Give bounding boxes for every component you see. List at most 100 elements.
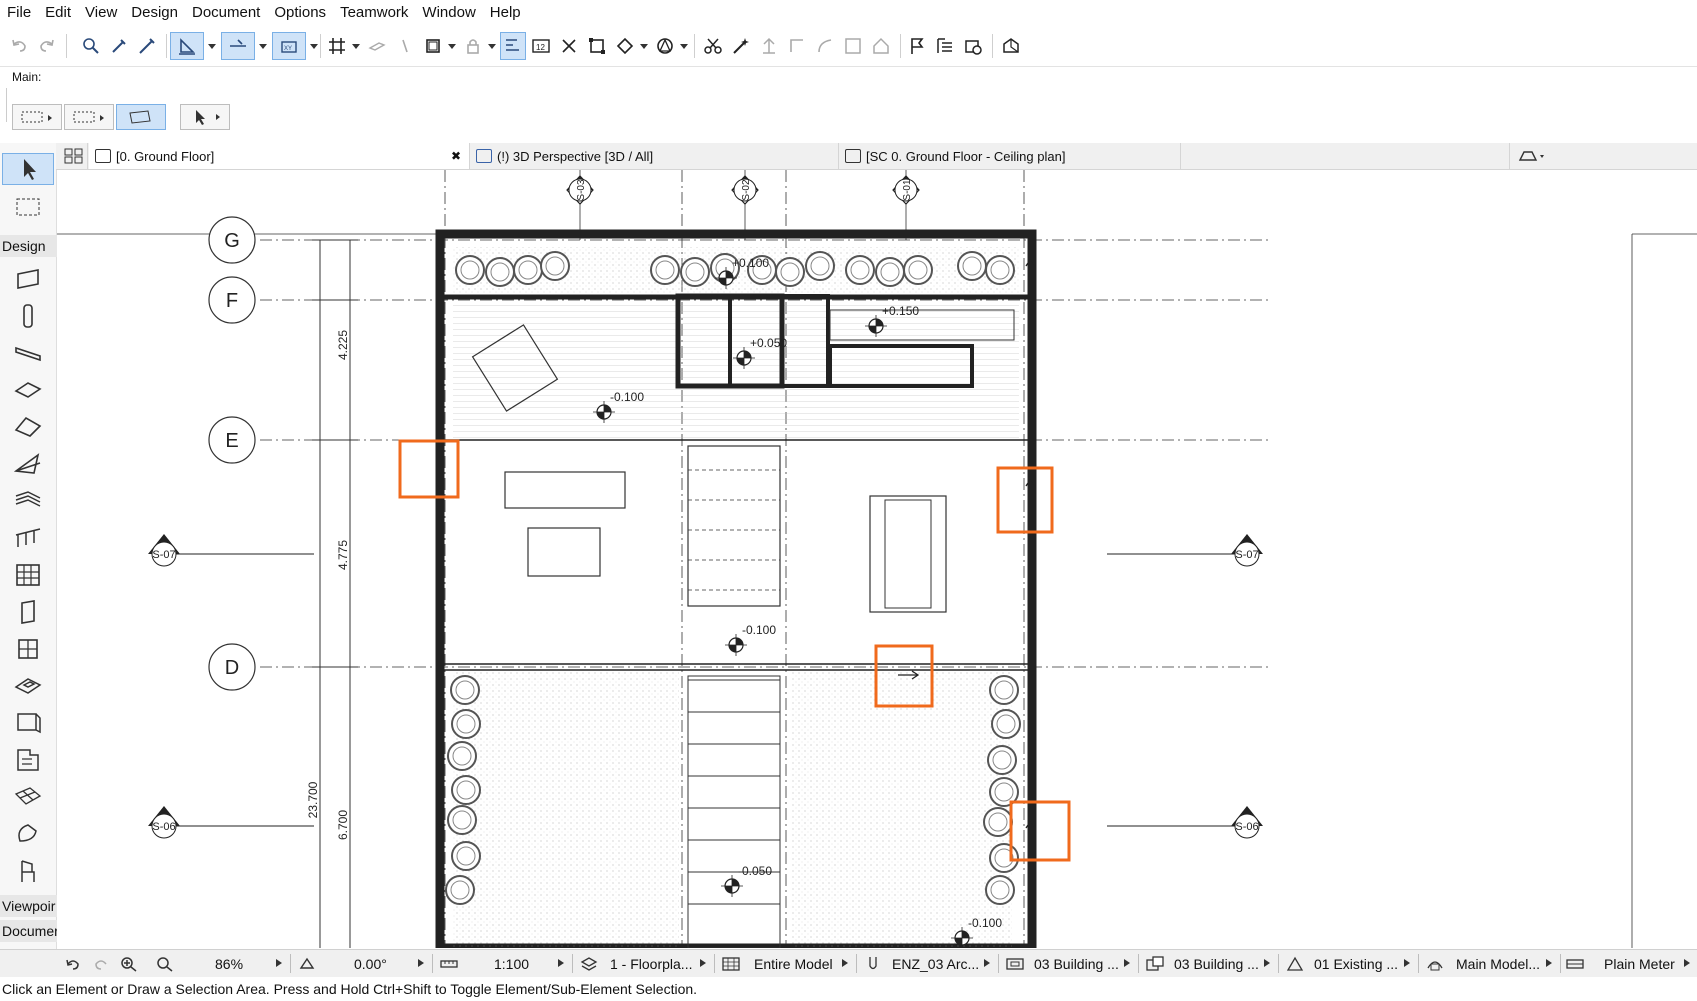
chevron-down-icon[interactable]: [640, 44, 648, 49]
stair-tool-icon[interactable]: [10, 485, 46, 517]
slab-tool-icon[interactable]: [10, 374, 46, 406]
grid-bubble-e[interactable]: E: [208, 416, 256, 464]
trim-icon[interactable]: [784, 32, 810, 60]
tab-options-icon[interactable]: [1509, 143, 1569, 169]
zoom-value[interactable]: 86%: [215, 950, 243, 977]
undo-view-icon[interactable]: [64, 950, 82, 977]
level-marker[interactable]: -0.100: [725, 623, 776, 656]
section-marker[interactable]: S-06: [1107, 806, 1263, 839]
dimension-standard-value[interactable]: Main Model...: [1456, 950, 1540, 977]
model-view-value[interactable]: Entire Model: [754, 950, 833, 977]
curtain-wall-tool-icon[interactable]: [10, 559, 46, 591]
redo-icon[interactable]: [34, 32, 60, 60]
scale-icon[interactable]: [440, 950, 458, 977]
menu-design[interactable]: Design: [124, 0, 185, 26]
chevron-down-icon[interactable]: [352, 44, 360, 49]
menu-document[interactable]: Document: [185, 0, 267, 26]
grid-snap-icon[interactable]: [324, 32, 350, 60]
window-tool-icon[interactable]: [10, 633, 46, 665]
chair-tool-icon[interactable]: [10, 855, 46, 887]
layers-icon[interactable]: [420, 32, 446, 60]
dimension-arrow-icon[interactable]: [1546, 959, 1552, 967]
units-icon[interactable]: [1566, 950, 1584, 977]
zoom-in-icon[interactable]: [120, 950, 138, 977]
arrow-tool-button[interactable]: [180, 104, 230, 130]
show-selection-icon[interactable]: [500, 32, 526, 60]
tab-ceiling-plan[interactable]: [SC 0. Ground Floor - Ceiling plan]: [839, 143, 1181, 169]
lock-icon[interactable]: [460, 32, 486, 60]
tab-overview-icon[interactable]: [56, 143, 88, 169]
menu-options[interactable]: Options: [267, 0, 333, 26]
grid-bubble-g[interactable]: G: [208, 216, 256, 264]
plane-icon[interactable]: [364, 32, 390, 60]
flag-icon[interactable]: [904, 32, 930, 60]
undo-icon[interactable]: [6, 32, 32, 60]
section-marker[interactable]: S-01: [892, 175, 920, 205]
teamwork-icon[interactable]: [652, 32, 678, 60]
chevron-down-icon[interactable]: [208, 44, 216, 49]
resize-icon[interactable]: [840, 32, 866, 60]
group-icon[interactable]: [584, 32, 610, 60]
guide-lines-icon[interactable]: [170, 32, 204, 60]
menu-edit[interactable]: Edit: [38, 0, 78, 26]
grid-bubble-f[interactable]: F: [208, 276, 256, 324]
mvo-arrow-icon[interactable]: [1124, 959, 1130, 967]
model-arrow-icon[interactable]: [842, 959, 848, 967]
column-tool-icon[interactable]: [10, 300, 46, 332]
tab-ground-floor[interactable]: [0. Ground Floor] ✖: [89, 143, 470, 169]
graphic-arrow-icon[interactable]: [1264, 959, 1270, 967]
toolbox-viewpoint-label[interactable]: Viewpoir: [0, 895, 58, 917]
marquee-rectangle-button[interactable]: [64, 104, 114, 130]
scissors-icon[interactable]: [700, 32, 726, 60]
angle-arrow-icon[interactable]: [418, 959, 424, 967]
scale-arrow-icon[interactable]: [558, 959, 564, 967]
floor-plan-canvas[interactable]: G F E D 4.225 4.775 6.700 23.700 S-03 S-…: [57, 170, 1697, 948]
skylight-tool-icon[interactable]: [10, 670, 46, 702]
rotate-view-icon[interactable]: [298, 950, 316, 977]
offset-icon[interactable]: [812, 32, 838, 60]
beam-tool-icon[interactable]: [10, 337, 46, 369]
toolbox-document-label[interactable]: Documer: [0, 920, 59, 942]
cursor-snap-icon[interactable]: [392, 32, 418, 60]
section-marker[interactable]: S-03: [566, 175, 594, 205]
units-arrow-icon[interactable]: [1684, 959, 1690, 967]
numbering-icon[interactable]: 12: [528, 32, 554, 60]
mvo-icon[interactable]: [1006, 950, 1024, 977]
chevron-down-icon[interactable]: [259, 44, 267, 49]
level-marker[interactable]: -0.050: [721, 864, 772, 897]
building-walls[interactable]: [435, 229, 1037, 948]
close-icon[interactable]: ✖: [451, 149, 461, 163]
cross-icon[interactable]: [556, 32, 582, 60]
menu-view[interactable]: View: [78, 0, 124, 26]
marquee-rotated-button[interactable]: [116, 104, 166, 130]
marquee-icon[interactable]: [10, 191, 46, 223]
elevation-icon[interactable]: [756, 32, 782, 60]
roof-icon[interactable]: [868, 32, 894, 60]
door-tool-icon[interactable]: [10, 596, 46, 628]
marquee-area-button[interactable]: [12, 104, 62, 130]
dimension-icon[interactable]: [1426, 950, 1444, 977]
renovation-arrow-icon[interactable]: [1404, 959, 1410, 967]
zone-tool-icon[interactable]: [10, 744, 46, 776]
railing-tool-icon[interactable]: [10, 522, 46, 554]
roof-tool-icon[interactable]: [10, 411, 46, 443]
chevron-down-icon[interactable]: [680, 44, 688, 49]
toolbox-design-label[interactable]: Design: [0, 235, 58, 257]
schedule-icon[interactable]: [932, 32, 958, 60]
chevron-down-icon[interactable]: [310, 44, 318, 49]
layer-combination-value[interactable]: 1 - Floorpla...: [610, 950, 692, 977]
menu-window[interactable]: Window: [415, 0, 482, 26]
snap-guides-icon[interactable]: [221, 32, 255, 60]
grid-bubble-d[interactable]: D: [208, 643, 256, 691]
graphic-override-value[interactable]: 03 Building ...: [1174, 950, 1259, 977]
angle-value[interactable]: 0.00°: [354, 950, 387, 977]
magic-wand-icon[interactable]: [728, 32, 754, 60]
section-marker[interactable]: S-06: [148, 806, 314, 839]
syringe-icon[interactable]: [134, 32, 160, 60]
section-marker[interactable]: S-07: [1107, 534, 1263, 567]
zoom-fit-icon[interactable]: [156, 950, 174, 977]
menu-file[interactable]: File: [0, 0, 38, 26]
graphic-override-icon[interactable]: [1146, 950, 1164, 977]
menu-teamwork[interactable]: Teamwork: [333, 0, 415, 26]
section-marker[interactable]: S-07: [148, 534, 314, 567]
